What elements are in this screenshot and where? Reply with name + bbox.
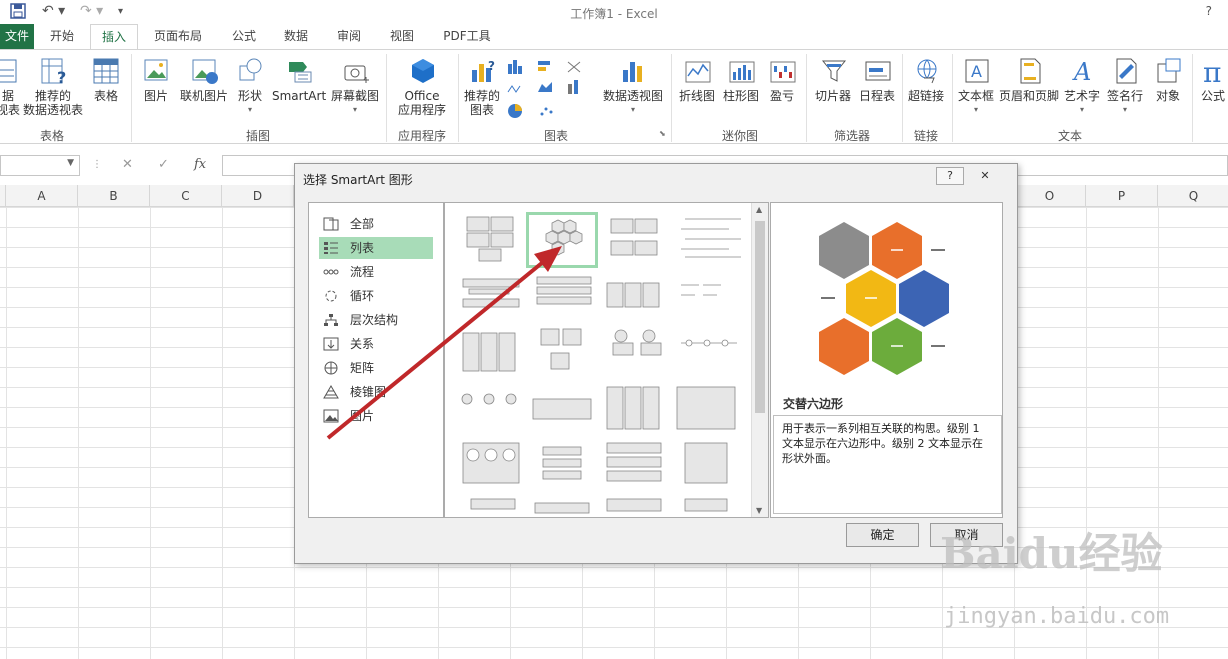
- baidu-watermark-url: jingyan.baidu.com: [944, 604, 1170, 629]
- baidu-watermark: Baidu经验: [940, 529, 1163, 578]
